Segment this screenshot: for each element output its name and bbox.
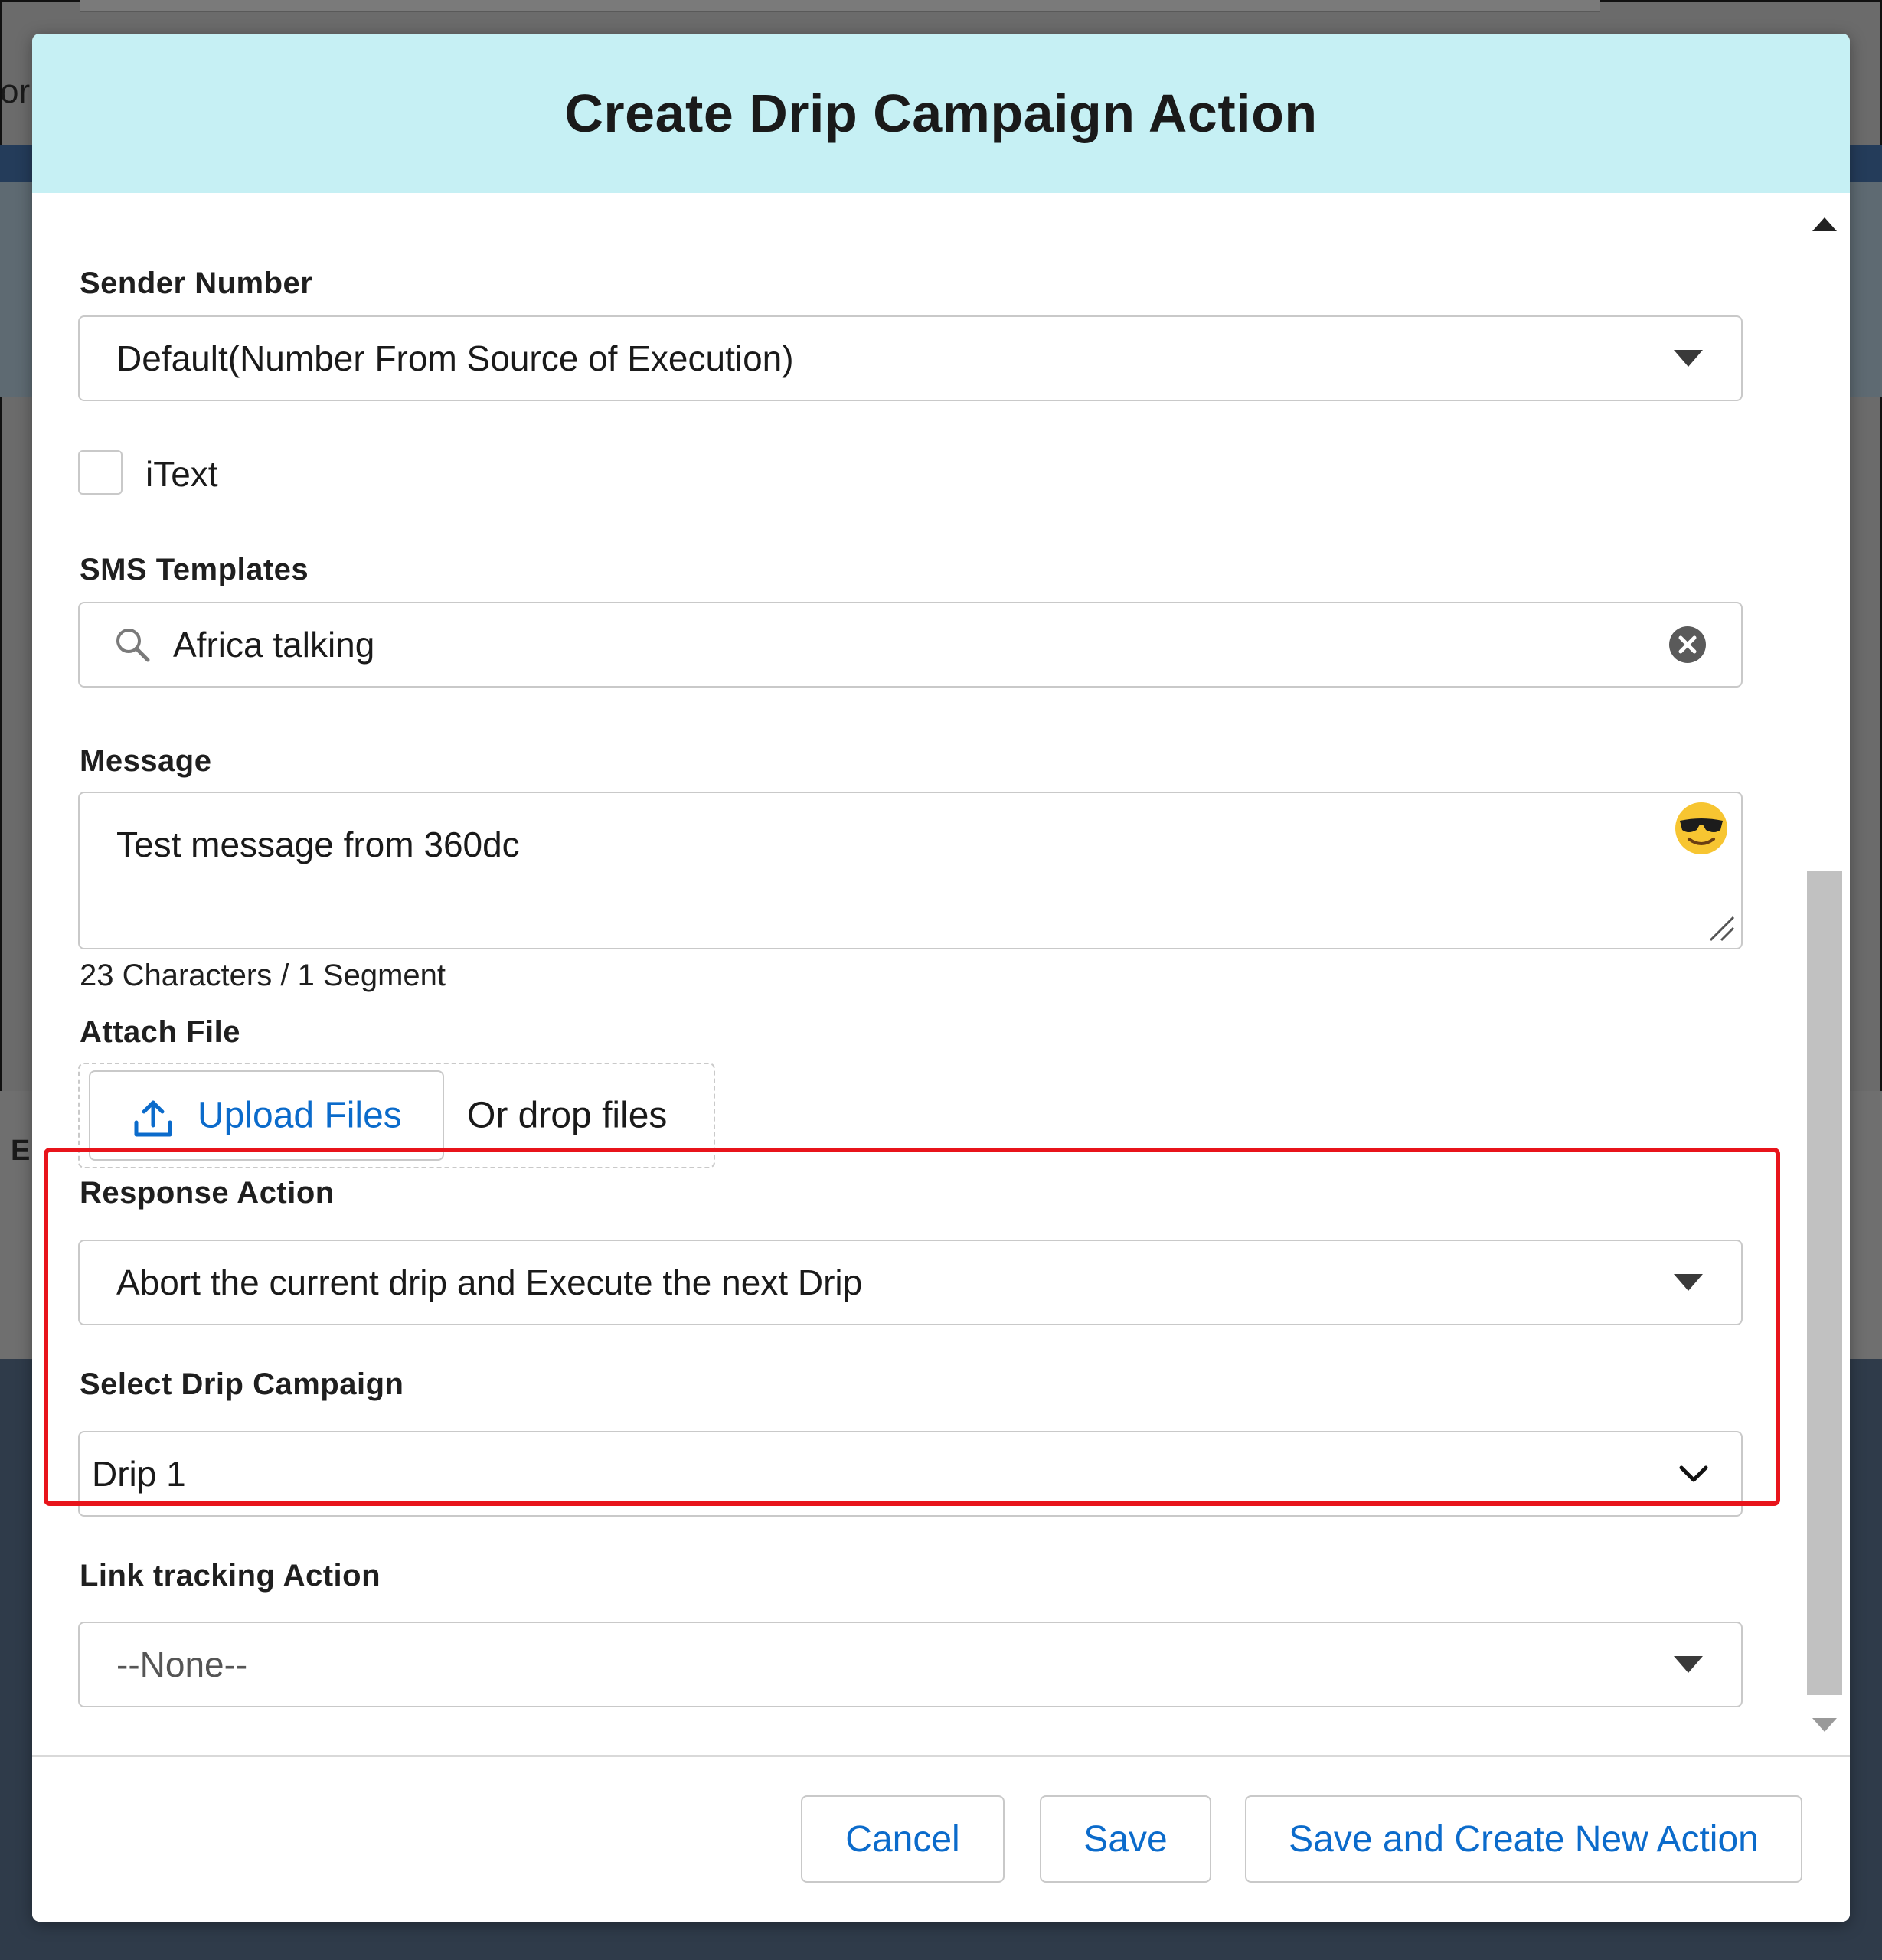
message-textarea[interactable]: Test message from 360dc [78, 792, 1743, 949]
sender-number-value: Default(Number From Source of Execution) [116, 338, 794, 378]
message-character-count: 23 Characters / 1 Segment [80, 959, 446, 992]
chevron-down-icon [1679, 1465, 1708, 1482]
caret-down-icon [1674, 1656, 1703, 1673]
save-and-create-new-action-button[interactable]: Save and Create New Action [1245, 1795, 1802, 1883]
scroll-up-arrow-icon[interactable] [1812, 217, 1837, 231]
scrollbar-thumb[interactable] [1807, 871, 1842, 1695]
link-tracking-action-label: Link tracking Action [80, 1559, 381, 1592]
sender-number-label: Sender Number [80, 266, 313, 300]
scroll-down-arrow-icon[interactable] [1812, 1718, 1837, 1732]
modal-title: Create Drip Campaign Action [564, 83, 1318, 143]
select-drip-campaign-value: Drip 1 [92, 1454, 186, 1494]
message-value: Test message from 360dc [116, 825, 520, 864]
link-tracking-action-value: --None-- [116, 1645, 248, 1684]
message-label: Message [80, 744, 212, 778]
modal-header: Create Drip Campaign Action [32, 34, 1850, 193]
upload-icon [134, 1100, 172, 1137]
background-letter: E [11, 1135, 31, 1167]
emoji-icon[interactable] [1672, 799, 1730, 858]
background-text-fragment: or [0, 73, 31, 110]
itext-label: iText [145, 454, 218, 494]
sender-number-select[interactable]: Default(Number From Source of Execution) [78, 315, 1743, 401]
response-action-label: Response Action [80, 1176, 335, 1210]
modal-footer: Cancel Save Save and Create New Action [32, 1755, 1850, 1922]
response-action-select[interactable]: Abort the current drip and Execute the n… [78, 1240, 1743, 1325]
select-drip-campaign-label: Select Drip Campaign [80, 1367, 404, 1401]
clear-icon[interactable] [1668, 625, 1707, 665]
resize-icon[interactable] [1706, 913, 1737, 943]
select-drip-campaign-select[interactable]: Drip 1 [78, 1431, 1743, 1517]
link-tracking-action-select[interactable]: --None-- [78, 1622, 1743, 1707]
itext-checkbox[interactable] [78, 450, 123, 495]
upload-files-label: Upload Files [198, 1095, 402, 1136]
caret-down-icon [1674, 1274, 1703, 1291]
cancel-button[interactable]: Cancel [801, 1795, 1005, 1883]
drop-files-text: Or drop files [467, 1095, 668, 1136]
response-action-value: Abort the current drip and Execute the n… [116, 1263, 863, 1302]
caret-down-icon [1674, 350, 1703, 367]
file-dropzone[interactable]: Upload Files Or drop files [78, 1063, 715, 1168]
sms-templates-value: Africa talking [173, 625, 375, 665]
attach-file-label: Attach File [80, 1015, 240, 1049]
background-top-bar [80, 0, 1600, 12]
search-icon [116, 629, 150, 662]
create-drip-campaign-action-modal: Create Drip Campaign Action Sender Numbe… [32, 34, 1850, 1922]
upload-files-button[interactable]: Upload Files [89, 1070, 444, 1161]
save-button[interactable]: Save [1040, 1795, 1211, 1883]
modal-body: Sender Number Default(Number From Source… [32, 193, 1850, 1755]
modal-scrollbar[interactable] [1799, 193, 1850, 1755]
sms-templates-search-input[interactable]: Africa talking [78, 602, 1743, 688]
sms-templates-label: SMS Templates [80, 553, 309, 586]
